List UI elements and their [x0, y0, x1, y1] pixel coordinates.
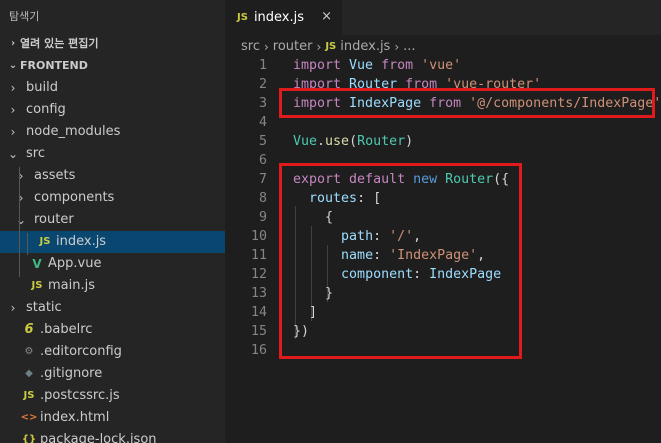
line-number: 11 [250, 248, 267, 263]
code-text: Vue.use(Router) [293, 134, 414, 149]
tree-indent-guide [27, 233, 28, 255]
line-number: 16 [250, 343, 267, 358]
tree-item-label: index.js [56, 234, 107, 249]
tree-item-index-html[interactable]: <> index.html [0, 407, 225, 429]
tree-item-label: static [26, 300, 62, 315]
open-editors-section[interactable]: › 열려 있는 편집기 [0, 33, 225, 55]
line-number: 15 [250, 324, 267, 339]
tree-item-assets[interactable]: › assets [0, 165, 225, 187]
tree-item-node-modules[interactable]: › node_modules [0, 121, 225, 143]
highlight-router-box [279, 163, 522, 359]
chevron-right-icon: › [18, 169, 24, 183]
tree-item-label: index.html [40, 410, 110, 425]
tree-item-router[interactable]: ⌄ router [0, 209, 225, 231]
tree-item-gitignore[interactable]: ◆ .gitignore [0, 363, 225, 385]
chevron-right-icon: › [394, 40, 400, 54]
tree-item-postcssrc-js[interactable]: JS .postcssrc.js [0, 385, 225, 407]
tree-item-config[interactable]: › config [0, 99, 225, 121]
line-number: 14 [250, 305, 267, 320]
gear-icon: ⚙ [24, 346, 34, 357]
tree-item-index-js[interactable]: JS index.js [0, 231, 225, 253]
babel-file-icon: 6 [24, 322, 34, 337]
git-file-icon: ◆ [25, 368, 33, 379]
chevron-down-icon: ⌄ [15, 213, 27, 227]
chevron-down-icon: ⌄ [7, 147, 19, 161]
tree-item-label: .editorconfig [40, 344, 122, 359]
tree-item-label: .babelrc [40, 322, 93, 337]
chevron-right-icon: › [10, 38, 16, 49]
tab-label: index.js [253, 10, 305, 25]
breadcrumb-more[interactable]: ... [403, 36, 415, 58]
open-editors-label: 열려 있는 편집기 [20, 37, 99, 50]
code-line: 1 import Vue from 'vue' [225, 56, 661, 75]
tree-item-label: router [34, 212, 74, 227]
tab-bar: JS index.js × [225, 0, 661, 35]
tree-item-label: .postcssrc.js [40, 388, 120, 403]
line-number: 12 [250, 267, 267, 282]
line-number: 7 [258, 172, 267, 187]
tree-item-label: config [26, 102, 66, 117]
chevron-right-icon: › [263, 40, 269, 54]
vue-file-icon: V [32, 257, 42, 271]
tree-indent-guide [19, 167, 20, 277]
breadcrumb: src › router › JS index.js › ... [241, 36, 416, 58]
line-number: 13 [250, 286, 267, 301]
project-label: FRONTEND [20, 59, 88, 72]
tree-item-build[interactable]: › build [0, 77, 225, 99]
js-file-icon: JS [23, 390, 35, 401]
close-icon[interactable]: × [321, 9, 332, 24]
tree-item-label: App.vue [48, 256, 102, 271]
line-number: 10 [250, 229, 267, 244]
explorer-title: 탐색기 [9, 10, 40, 23]
tree-item-main-js[interactable]: JS main.js [0, 275, 225, 297]
tree-item-label: node_modules [26, 124, 121, 139]
code-line: 5 Vue.use(Router) [225, 132, 661, 151]
html-file-icon: <> [20, 412, 38, 423]
highlight-import-box [279, 88, 655, 118]
tree-item-label: build [26, 80, 58, 95]
tree-item-src[interactable]: ⌄ src [0, 143, 225, 165]
breadcrumb-index-js[interactable]: index.js [340, 36, 390, 58]
line-number: 3 [258, 96, 267, 111]
line-number: 8 [258, 191, 267, 206]
tree-item-label: main.js [48, 278, 95, 293]
tree-item-package-lock-json[interactable]: {} package-lock.json [0, 429, 225, 443]
json-file-icon: {} [21, 434, 37, 443]
explorer-sidebar: 탐색기 › 열려 있는 편집기 ⌄ FRONTEND › build › config… [0, 0, 225, 443]
tree-item-label: assets [34, 168, 76, 183]
code-text: import Vue from 'vue' [293, 58, 462, 73]
tree-item-label: components [34, 190, 115, 205]
tree-item-editorconfig[interactable]: ⚙ .editorconfig [0, 341, 225, 363]
chevron-right-icon: › [10, 81, 16, 95]
chevron-right-icon: › [10, 103, 16, 117]
js-file-icon: JS [39, 236, 51, 247]
chevron-right-icon: › [316, 40, 322, 54]
breadcrumb-router[interactable]: router [273, 36, 313, 58]
chevron-down-icon: ⌄ [8, 60, 18, 71]
tree-item-components[interactable]: › components [0, 187, 225, 209]
js-file-icon: JS [237, 12, 248, 23]
line-number: 2 [258, 77, 267, 92]
chevron-right-icon: › [18, 191, 24, 205]
project-section[interactable]: ⌄ FRONTEND [0, 55, 225, 77]
line-number: 6 [258, 153, 267, 168]
tab-index-js[interactable]: JS index.js × [225, 0, 342, 35]
js-file-icon: JS [325, 41, 337, 52]
chevron-right-icon: › [10, 125, 16, 139]
tree-item-label: package-lock.json [40, 432, 157, 443]
line-number: 9 [258, 210, 267, 225]
line-number: 1 [258, 58, 267, 73]
tree-item-babelrc[interactable]: 6 .babelrc [0, 319, 225, 341]
line-number: 4 [258, 115, 267, 130]
line-number: 5 [258, 134, 267, 149]
tree-item-static[interactable]: › static [0, 297, 225, 319]
tree-item-label: src [26, 146, 45, 161]
file-tree: › build › config › node_modules ⌄ src › assets › co… [0, 77, 225, 443]
chevron-right-icon: › [10, 301, 16, 315]
breadcrumb-src[interactable]: src [241, 36, 260, 58]
tree-item-app-vue[interactable]: V App.vue [0, 253, 225, 275]
js-file-icon: JS [31, 280, 43, 291]
tree-item-label: .gitignore [40, 366, 103, 381]
